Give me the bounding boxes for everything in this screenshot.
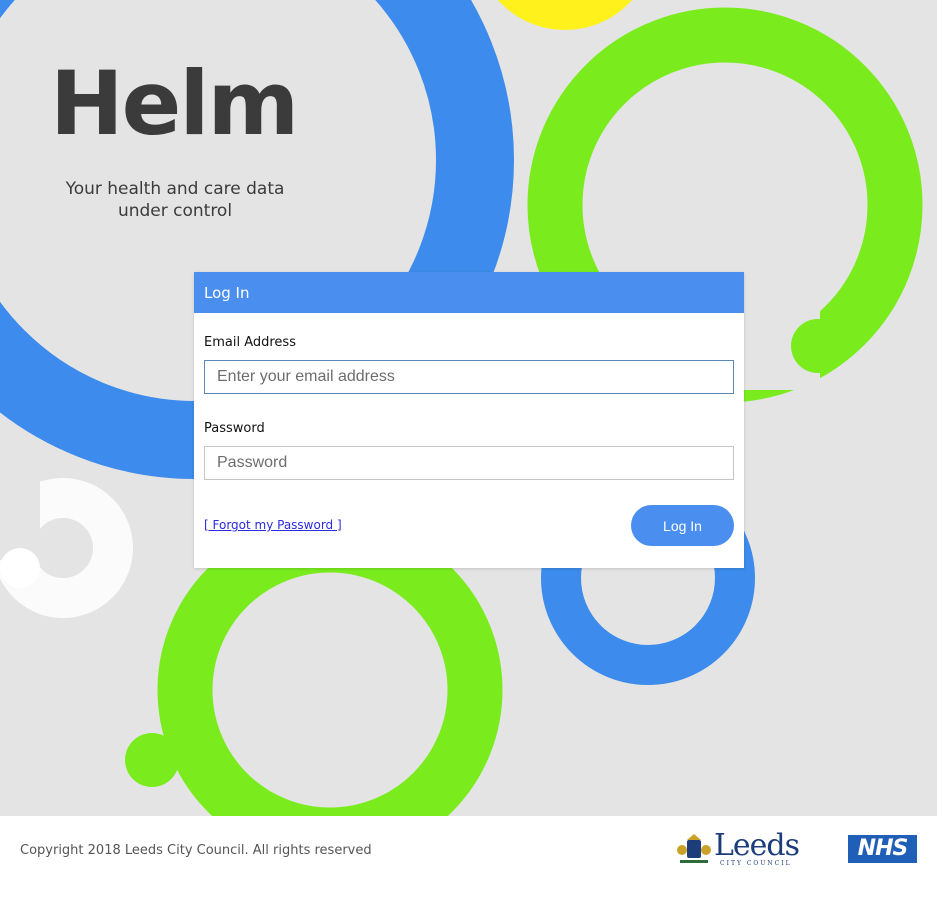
email-input[interactable] [204,360,734,394]
footer: Copyright 2018 Leeds City Council. All r… [0,816,937,902]
yellow-ring-decoration [497,0,633,30]
forgot-password-link[interactable]: [ Forgot my Password ] [204,518,342,532]
login-button[interactable]: Log In [631,505,734,546]
brand-tagline: Your health and care data under control [50,178,300,222]
tagline-line-2: under control [117,201,233,221]
password-label: Password [204,421,265,436]
lower-green-ring-decoration [157,517,503,816]
leeds-logo-wordmark: Leeds [714,828,800,863]
email-label: Email Address [204,335,296,350]
leeds-city-council-logo: Leeds CITY COUNCIL [676,828,806,870]
hero-background: Helm Your health and care data under con… [0,0,937,816]
tagline-line-1: Your health and care data [65,179,285,199]
password-input[interactable] [204,446,734,480]
leeds-logo-subtext: CITY COUNCIL [720,860,792,867]
nhs-logo: NHS [848,835,917,863]
leeds-crest-icon [677,834,711,863]
login-card-title: Log In [194,272,744,313]
brand-block: Helm Your health and care data under con… [50,60,310,222]
login-card: Log In Email Address Password [ Forgot m… [194,272,744,568]
helm-logo: Helm [50,52,299,155]
copyright-text: Copyright 2018 Leeds City Council. All r… [20,843,372,858]
